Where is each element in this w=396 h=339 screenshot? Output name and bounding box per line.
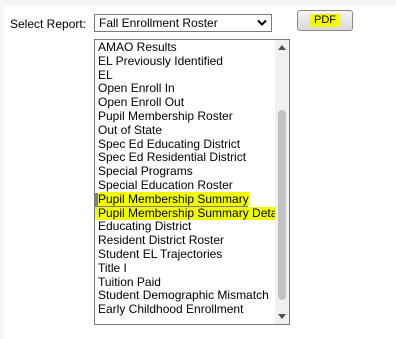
option-resident-district-roster[interactable]: Resident District Roster — [95, 233, 275, 248]
option-student-el-trajectories[interactable]: Student EL Trajectories — [95, 247, 275, 262]
scroll-up-arrow-icon[interactable] — [278, 44, 286, 50]
scrollbar-thumb[interactable] — [278, 110, 286, 300]
option-el[interactable]: EL — [95, 68, 275, 83]
option-educating-district[interactable]: Educating District — [95, 220, 275, 234]
option-out-of-state[interactable]: Out of State — [95, 123, 275, 138]
option-spec-ed-educating-district[interactable]: Spec Ed Educating District — [95, 137, 275, 152]
report-options-list[interactable]: AMAO Results EL Previously Identified EL… — [94, 39, 290, 325]
chevron-down-icon — [257, 19, 267, 26]
report-select[interactable]: Fall Enrollment Roster — [94, 14, 272, 32]
option-open-enroll-in[interactable]: Open Enroll In — [95, 82, 275, 96]
scroll-down-arrow-icon[interactable] — [278, 314, 286, 320]
option-el-previously-identified[interactable]: EL Previously Identified — [95, 54, 275, 69]
option-pupil-membership-summary-label: Pupil Membership Summary — [98, 191, 249, 206]
list-scrollbar[interactable] — [275, 40, 289, 324]
option-open-enroll-out[interactable]: Open Enroll Out — [95, 95, 275, 110]
option-pupil-membership-summary[interactable]: Pupil Membership Summary — [95, 191, 249, 207]
report-page: Select Report: Fall Enrollment Roster PD… — [0, 0, 396, 339]
option-tuition-paid[interactable]: Tuition Paid — [95, 275, 275, 290]
option-special-programs[interactable]: Special Programs — [95, 164, 275, 179]
select-report-label: Select Report: — [10, 17, 87, 31]
pdf-button[interactable]: PDF — [297, 10, 353, 31]
option-title-i[interactable]: Title I — [95, 261, 275, 276]
option-spec-ed-residential-district[interactable]: Spec Ed Residential District — [95, 151, 275, 165]
option-pupil-membership-roster[interactable]: Pupil Membership Roster — [95, 109, 275, 124]
report-select-value: Fall Enrollment Roster — [99, 16, 218, 30]
option-pupil-membership-summary-detail[interactable]: Pupil Membership Summary Detail — [95, 206, 283, 221]
options-container: AMAO Results EL Previously Identified EL… — [95, 40, 283, 317]
left-strip — [0, 0, 4, 339]
option-special-education-roster[interactable]: Special Education Roster — [95, 178, 275, 193]
option-amao-results[interactable]: AMAO Results — [95, 40, 275, 55]
top-strip — [0, 0, 396, 6]
pdf-button-label: PDF — [310, 14, 340, 27]
option-early-childhood-enrollment[interactable]: Early Childhood Enrollment — [95, 302, 275, 317]
option-student-demographic-mismatch[interactable]: Student Demographic Mismatch — [95, 289, 275, 303]
